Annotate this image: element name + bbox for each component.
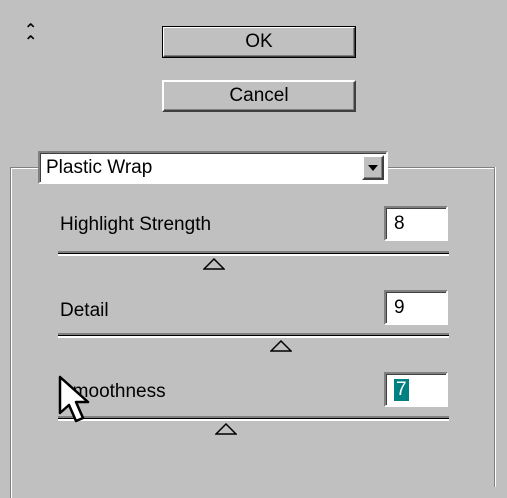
highlight-strength-input[interactable]: 8 [384, 206, 448, 241]
collapse-chevron-icon[interactable]: ⌃ ⌃ [24, 22, 37, 50]
detail-label: Detail [60, 300, 109, 321]
highlight-strength-value: 8 [394, 212, 405, 234]
smoothness-thumb[interactable] [215, 423, 238, 435]
cancel-button[interactable]: Cancel [162, 80, 356, 112]
highlight-strength-label: Highlight Strength [60, 214, 212, 235]
group-border-right [494, 167, 495, 487]
smoothness-track[interactable] [58, 416, 449, 421]
detail-input[interactable]: 9 [384, 290, 448, 325]
dropdown-arrow-icon[interactable] [362, 155, 384, 180]
smoothness-input[interactable]: 7 [384, 372, 448, 407]
mouse-pointer-icon [58, 375, 90, 423]
smoothness-value: 7 [394, 378, 409, 401]
ok-button[interactable]: OK [162, 26, 356, 58]
detail-track[interactable] [58, 333, 449, 338]
highlight-strength-track[interactable] [58, 251, 449, 256]
detail-value: 9 [394, 296, 405, 318]
filter-select[interactable]: Plastic Wrap [38, 151, 388, 184]
filter-select-value: Plastic Wrap [46, 156, 153, 178]
highlight-strength-thumb[interactable] [203, 258, 226, 270]
detail-thumb[interactable] [269, 340, 292, 352]
